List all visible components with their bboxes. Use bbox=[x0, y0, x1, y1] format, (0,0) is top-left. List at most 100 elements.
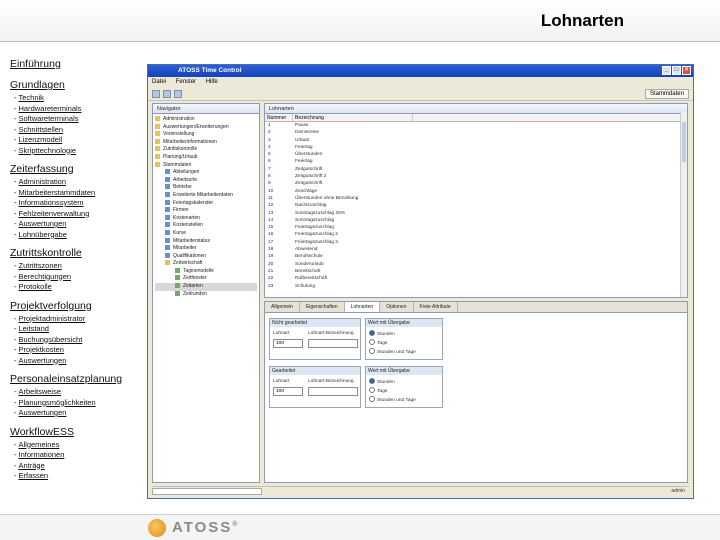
nav-item[interactable]: Lizenzmodell bbox=[14, 135, 145, 146]
close-icon[interactable]: × bbox=[682, 66, 691, 75]
nav-section-title[interactable]: Einführung bbox=[10, 58, 145, 70]
table-row[interactable]: 22 Rufbereitschaft bbox=[265, 275, 687, 282]
save-icon[interactable] bbox=[174, 90, 182, 98]
nav-item[interactable]: Arbeitsweise bbox=[14, 387, 145, 398]
column-header-number[interactable]: Nummer bbox=[265, 114, 293, 121]
table-row[interactable]: 7 Zeitgutschrift bbox=[265, 166, 687, 173]
radio-hours-and-days[interactable]: Stunden und Tage bbox=[369, 348, 416, 355]
nav-section-title[interactable]: Zeiterfassung bbox=[10, 163, 145, 175]
table-row[interactable]: 17 Feiertagszuschlag 3 bbox=[265, 239, 687, 246]
nav-item[interactable]: Informationssystem bbox=[14, 198, 145, 209]
nav-item[interactable]: Lohnübergabe bbox=[14, 230, 145, 241]
tree-item[interactable]: Zeitwirtschaft bbox=[155, 260, 257, 268]
table-row[interactable]: 1 Pause bbox=[265, 122, 687, 129]
tree-item[interactable]: Firmen bbox=[155, 207, 257, 215]
tree-item[interactable]: Stammdaten bbox=[155, 161, 257, 170]
tree-item[interactable]: Kostenarten bbox=[155, 214, 257, 223]
table-row[interactable]: 3 Urlaub bbox=[265, 137, 687, 144]
nav-item[interactable]: Administration bbox=[14, 177, 145, 188]
table-row[interactable]: 16 Feiertagszuschlag 2 bbox=[265, 231, 687, 238]
nav-item[interactable]: Allgemeines bbox=[14, 440, 145, 451]
menu-file[interactable]: Datei bbox=[152, 79, 166, 85]
nav-item[interactable]: Erfassen bbox=[14, 471, 145, 482]
table-row[interactable]: 6 Feiertag bbox=[265, 158, 687, 165]
nav-section-title[interactable]: Personaleinsatzplanung bbox=[10, 373, 145, 385]
table-row[interactable]: 12 Nachtzuschlag bbox=[265, 202, 687, 209]
nav-item[interactable]: Berechtigungen bbox=[14, 272, 145, 283]
table-row[interactable]: 14 Sonntagszuschlag bbox=[265, 217, 687, 224]
nav-item[interactable]: Fehlzeitenverwaltung bbox=[14, 209, 145, 220]
tree-item[interactable]: Qualifikationen bbox=[155, 252, 257, 261]
tree-item[interactable]: Mitarbeiterinformationen bbox=[155, 138, 257, 147]
nav-item[interactable]: Auswertungen bbox=[14, 408, 145, 419]
nav-item[interactable]: Leitstand bbox=[14, 324, 145, 335]
lohnart-name-input[interactable] bbox=[308, 339, 358, 348]
table-row[interactable]: 20 Sonderurlaub bbox=[265, 261, 687, 268]
tab-navigator[interactable]: Navigator bbox=[153, 104, 259, 114]
nav-item[interactable]: Softwareterminals bbox=[14, 114, 145, 125]
perspective-switcher[interactable]: Stammdaten bbox=[644, 89, 689, 99]
tree-item[interactable]: Abteilungen bbox=[155, 169, 257, 177]
nav-item[interactable]: Planungsmöglichkeiten bbox=[14, 398, 145, 409]
table-row[interactable]: 2 Dienstreise bbox=[265, 129, 687, 136]
table-row[interactable]: 19 Berufsschule bbox=[265, 253, 687, 260]
lohnart-name-input[interactable] bbox=[308, 387, 358, 396]
nav-item[interactable]: Informationen bbox=[14, 450, 145, 461]
tree-item[interactable]: Zeitfenster bbox=[155, 275, 257, 283]
nav-item[interactable]: Mitarbeiterstammdaten bbox=[14, 188, 145, 199]
nav-item[interactable]: Auswertungen bbox=[14, 356, 145, 367]
tree-item[interactable]: Auswertungen/Erweiterungen bbox=[155, 123, 257, 132]
tree-item[interactable]: Planung/Urlaub bbox=[155, 153, 257, 162]
lohnart-input[interactable]: 100 bbox=[273, 387, 303, 396]
radio-hours[interactable]: Stunden bbox=[369, 330, 395, 337]
nav-item[interactable]: Zutrittszonen bbox=[14, 261, 145, 272]
tree-item[interactable]: Kostenstellen bbox=[155, 222, 257, 230]
nav-item[interactable]: Projektkosten bbox=[14, 345, 145, 356]
lohnart-input[interactable]: 100 bbox=[273, 339, 303, 348]
radio-hours-and-days[interactable]: Stunden und Tage bbox=[369, 396, 416, 403]
forward-icon[interactable] bbox=[163, 90, 171, 98]
nav-item[interactable]: Auswertungen bbox=[14, 219, 145, 230]
tree-item[interactable]: Erweiterte Mitarbeiterdaten bbox=[155, 191, 257, 200]
tree-item[interactable]: Feiertagskalender bbox=[155, 199, 257, 208]
table-row[interactable]: 11 Überstunden ohne Bezahlung bbox=[265, 195, 687, 202]
tab-lohnarten[interactable]: Lohnarten bbox=[265, 104, 687, 114]
tree-item[interactable]: Betriebe bbox=[155, 184, 257, 192]
detail-tab[interactable]: Freie Attribute bbox=[414, 302, 458, 312]
tree-item[interactable]: Zeitrunden bbox=[155, 290, 257, 299]
detail-tab[interactable]: Lohnarten bbox=[344, 302, 381, 312]
radio-days[interactable]: Tage bbox=[369, 339, 387, 346]
nav-section-title[interactable]: Projektverfolgung bbox=[10, 300, 145, 312]
table-row[interactable]: 23 Schulung bbox=[265, 283, 687, 290]
tree-item[interactable]: Tagesmodelle bbox=[155, 267, 257, 276]
menu-window[interactable]: Fenster bbox=[176, 79, 196, 85]
tree-item[interactable]: Kurse bbox=[155, 229, 257, 238]
table-row[interactable]: 21 Bereitschaft bbox=[265, 268, 687, 275]
radio-days[interactable]: Tage bbox=[369, 387, 387, 394]
maximize-icon[interactable]: □ bbox=[672, 66, 681, 75]
tree-item[interactable]: Zeitarten bbox=[155, 283, 257, 291]
tree-item[interactable]: Arbeitsorte bbox=[155, 176, 257, 185]
table-row[interactable]: 13 Sonntagszuschlag 25% bbox=[265, 210, 687, 217]
detail-tab[interactable]: Eigenschaften bbox=[300, 302, 345, 312]
nav-item[interactable]: Projektadministrator bbox=[14, 314, 145, 325]
tree-item[interactable]: Administration bbox=[155, 116, 257, 124]
menu-help[interactable]: Hilfe bbox=[206, 79, 218, 85]
table-row[interactable]: 18 Abwesend bbox=[265, 246, 687, 253]
nav-section-title[interactable]: WorkflowESS bbox=[10, 426, 145, 438]
nav-section-title[interactable]: Zutrittskontrolle bbox=[10, 247, 145, 259]
table-row[interactable]: 4 Feiertag bbox=[265, 144, 687, 151]
nav-item[interactable]: Hardwareterminals bbox=[14, 104, 145, 115]
table-row[interactable]: 9 Zeitgutschrift bbox=[265, 180, 687, 187]
scrollbar-thumb[interactable] bbox=[682, 122, 686, 162]
status-input[interactable] bbox=[152, 488, 262, 495]
nav-item[interactable]: Anträge bbox=[14, 461, 145, 472]
table-row[interactable]: 10 Zuschläge bbox=[265, 188, 687, 195]
table-row[interactable]: 5 Überstunden bbox=[265, 151, 687, 158]
tree-item[interactable]: Zutrittskontrolle bbox=[155, 146, 257, 154]
tree-item[interactable]: Mitarbeiterstatus bbox=[155, 237, 257, 246]
radio-hours[interactable]: Stunden bbox=[369, 378, 395, 385]
table-row[interactable]: 8 Zeitgutschrift 2 bbox=[265, 173, 687, 180]
back-icon[interactable] bbox=[152, 90, 160, 98]
nav-item[interactable]: Buchungsübersicht bbox=[14, 335, 145, 346]
